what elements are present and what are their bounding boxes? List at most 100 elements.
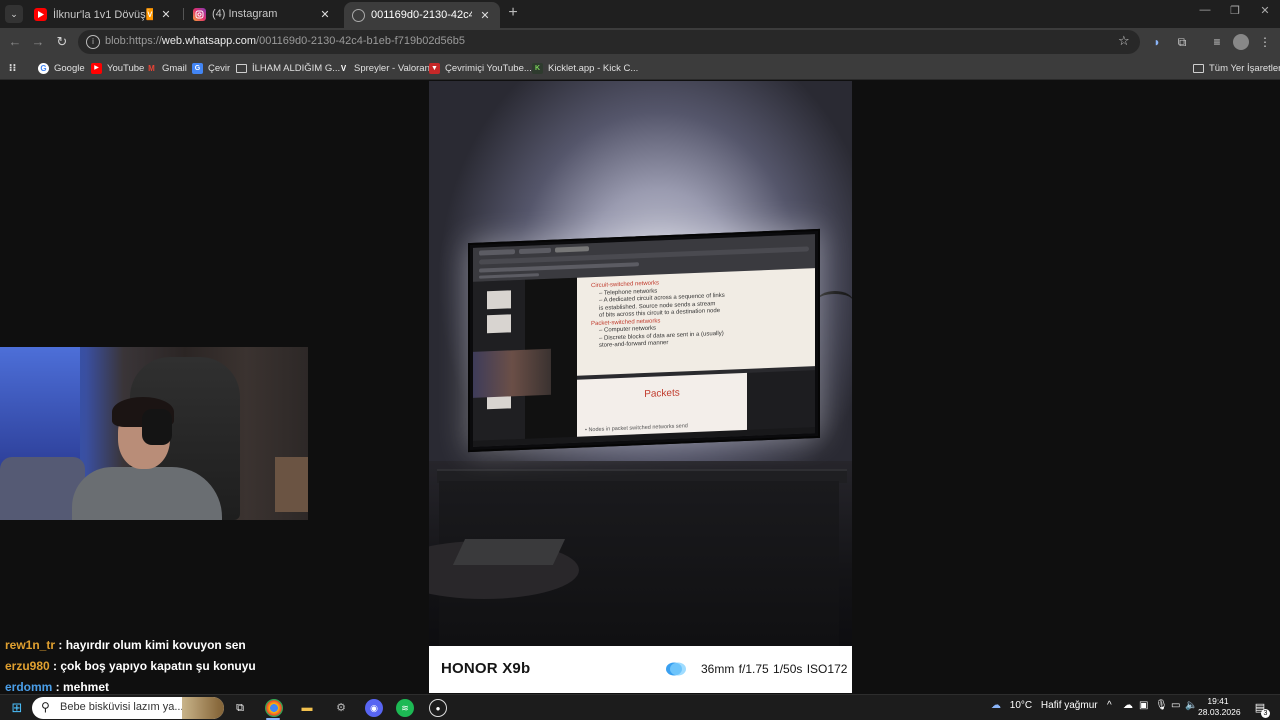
weather-temp: 10°C	[1009, 700, 1033, 711]
app-icon-gear[interactable]: ⚙	[332, 699, 350, 717]
converter-icon: ▼	[429, 62, 440, 74]
taskbar-search[interactable]: ⚲ Bebe bisküvisi lazım ya...	[32, 697, 224, 719]
bookmark-google[interactable]: G Google	[38, 60, 85, 76]
onedrive-icon[interactable]: ☁	[1123, 700, 1133, 711]
bookmark-youtube[interactable]: ▶ YouTube	[91, 60, 144, 76]
obs-icon[interactable]: ●	[429, 699, 447, 717]
all-bookmarks-folder[interactable]: Tüm Yer İşaretleri	[1193, 60, 1280, 76]
bookmark-translate[interactable]: G Çevir	[192, 60, 230, 76]
chat-text: : mehmet	[52, 680, 110, 694]
gmail-icon: M	[148, 63, 155, 73]
close-icon[interactable]: ✕	[478, 9, 492, 22]
site-info-icon[interactable]: i	[86, 35, 100, 49]
menu-icon[interactable]: ⋮	[1257, 34, 1273, 50]
bookmark-folder-ilham[interactable]: İLHAM ALDIĞIM G...	[236, 60, 340, 76]
tv-monitor: Circuit-switched networks – Telephone ne…	[468, 228, 820, 453]
search-placeholder: Bebe bisküvisi lazım ya...	[60, 701, 184, 713]
address-bar[interactable]: i blob:https://web.whatsapp.com/001169d0…	[78, 30, 1140, 54]
tab-strip: ⌄ İlknur'la 1v1 Dövüş🆚 - YouTube ✕ (4) I…	[0, 0, 1280, 28]
chat-text: : hayırdır olum kimi kovuyon sen	[55, 638, 246, 652]
task-view-icon[interactable]: ⧉	[231, 699, 249, 717]
chat-message: erdomm : mehmet	[5, 680, 109, 694]
spotify-icon[interactable]: ≋	[396, 699, 414, 717]
close-icon[interactable]: ✕	[159, 8, 173, 21]
slide-title: Packets	[644, 387, 680, 400]
bookmark-label: Çevir	[208, 62, 231, 74]
chat-message: rew1n_tr : hayırdır olum kimi kovuyon se…	[5, 638, 246, 652]
bookmark-valorant[interactable]: V Spreyler - Valorant	[338, 60, 433, 76]
discord-icon[interactable]: ◉	[365, 699, 383, 717]
close-icon[interactable]: ✕	[318, 8, 332, 21]
tab-blob-active[interactable]: 001169d0-2130-42c4-b1eb-f719b02d56b5 ✕	[344, 2, 500, 28]
bookmark-star-icon[interactable]: ☆	[1118, 33, 1130, 49]
bookmark-gmail[interactable]: M Gmail	[146, 60, 187, 76]
url-scheme: blob:https://	[105, 35, 162, 47]
url-path: /001169d0-2130-42c4-b1eb-f719b02d56b5	[256, 35, 466, 47]
folder-icon	[1193, 63, 1204, 73]
windows-taskbar: ⊞ ⚲ Bebe bisküvisi lazım ya... ⧉ ▬ ⚙ ◉ ≋…	[0, 694, 1280, 720]
next-slide: Packets • Nodes in packet switched netwo…	[577, 372, 747, 438]
bookmark-youtube-converter[interactable]: ▼ Çevrimiçi YouTube...	[429, 60, 532, 76]
bookmark-kicklet[interactable]: K Kicklet.app - Kick C...	[532, 60, 638, 76]
camera-watermark: HONOR X9b 36mm f/1.75 1/50s ISO172	[429, 646, 852, 693]
url-text[interactable]: blob:https://web.whatsapp.com/001169d0-2…	[105, 35, 465, 47]
chat-username: erdomm	[5, 680, 53, 694]
window-close-button[interactable]: ✕	[1250, 4, 1280, 17]
network-icon[interactable]: ▭	[1171, 700, 1180, 711]
start-windows-icon[interactable]: ⊞	[8, 699, 26, 717]
extensions-icon[interactable]: ⧉	[1174, 34, 1190, 50]
honor-logo-icon	[666, 662, 686, 676]
bookmarks-bar: ⁝⁝ G Google ▶ YouTube M Gmail G Çevir İL…	[0, 56, 1280, 80]
clock-date: 28.03.2026	[1198, 707, 1241, 717]
restore-button[interactable]: ❐	[1220, 4, 1250, 17]
app-tray-icon[interactable]: ▣	[1139, 700, 1148, 711]
media-control-icon[interactable]: ≡	[1209, 34, 1225, 50]
bookmark-label: Google	[54, 62, 85, 74]
clock-time: 19:41	[1207, 696, 1229, 706]
chat-username: rew1n_tr	[5, 638, 56, 652]
new-tab-button[interactable]: +	[505, 5, 521, 21]
weather-widget[interactable]: ☁ 10°C Hafif yağmur	[991, 700, 1098, 711]
globe-icon	[352, 8, 365, 22]
bookmark-label: YouTube	[107, 62, 145, 74]
tray-overflow-icon[interactable]: ^	[1107, 700, 1112, 711]
chat-username: erzu980	[5, 659, 50, 673]
volume-icon[interactable]: 🔈	[1185, 700, 1197, 711]
tab-title: (4) Instagram	[212, 8, 278, 20]
system-clock[interactable]: 19:41 28.03.2026	[1198, 696, 1241, 718]
lecture-slide: Circuit-switched networks – Telephone ne…	[577, 268, 815, 376]
file-explorer-icon[interactable]: ▬	[298, 699, 316, 717]
forward-button[interactable]: →	[30, 34, 46, 50]
youtube-icon: ▶	[91, 62, 102, 74]
google-icon: G	[38, 62, 49, 74]
weather-text: Hafif yağmur	[1040, 700, 1098, 711]
chrome-icon[interactable]	[265, 699, 283, 717]
tab-title: 001169d0-2130-42c4-b1eb-f719b02d56b5	[371, 9, 472, 21]
bookmark-label: Tüm Yer İşaretleri	[1209, 62, 1280, 74]
folder-icon	[236, 63, 247, 73]
valorant-icon: V	[340, 63, 347, 73]
rain-cloud-icon: ☁	[991, 700, 1001, 711]
tab-instagram[interactable]: (4) Instagram ✕	[185, 2, 340, 26]
search-icon: ⚲	[41, 700, 50, 714]
bookmark-label: İLHAM ALDIĞIM G...	[252, 62, 341, 74]
bookmark-label: Çevrimiçi YouTube...	[445, 62, 532, 74]
bookmark-label: Spreyler - Valorant	[354, 62, 433, 74]
tab-youtube[interactable]: İlknur'la 1v1 Dövüş🆚 - YouTube ✕	[26, 2, 181, 26]
read-aloud-icon[interactable]: ◗	[1149, 34, 1165, 50]
search-highlight-image	[182, 697, 224, 719]
chat-message: erzu980 : çok boş yapıyo kapatın şu konu…	[5, 659, 256, 673]
url-domain: web.whatsapp.com	[161, 35, 257, 47]
back-button[interactable]: ←	[7, 34, 23, 50]
photo-image: Circuit-switched networks – Telephone ne…	[429, 81, 852, 646]
reload-button[interactable]: ↻	[54, 34, 70, 50]
profile-avatar[interactable]	[1233, 34, 1249, 50]
bookmark-label: Kicklet.app - Kick C...	[548, 62, 639, 74]
tab-search-button[interactable]: ⌄	[5, 5, 23, 23]
tab-title: İlknur'la 1v1 Dövüş🆚 - YouTube	[53, 8, 153, 21]
apps-grid-icon[interactable]: ⁝⁝	[7, 60, 23, 76]
microphone-icon[interactable]: 🎙	[1155, 700, 1168, 711]
minimize-button[interactable]: —	[1190, 4, 1220, 16]
camera-brand: HONOR X9b	[441, 660, 531, 677]
translate-icon: G	[192, 62, 203, 74]
